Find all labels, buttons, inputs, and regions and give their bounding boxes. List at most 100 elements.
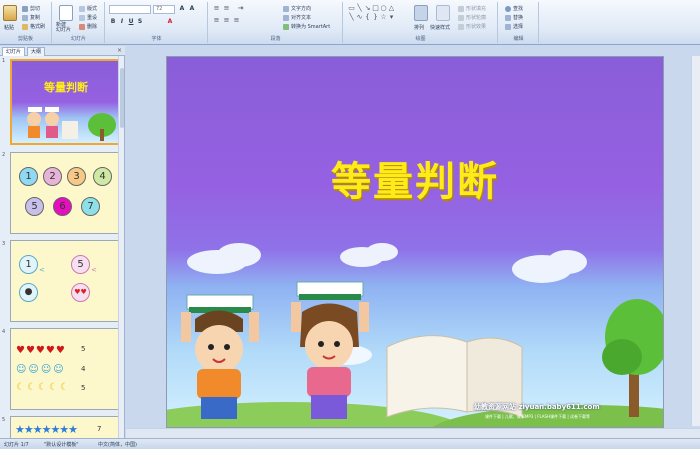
align-text-button[interactable]: 对齐文本 xyxy=(283,14,311,21)
italic-button[interactable]: I xyxy=(118,18,126,26)
rectangle-shape-icon[interactable]: ▭ xyxy=(348,5,355,12)
copy-button[interactable]: 复制 xyxy=(22,14,40,21)
replace-icon xyxy=(505,14,511,21)
select-icon xyxy=(505,23,511,30)
hearts-circle: ♥♥ xyxy=(71,283,90,302)
paste-icon[interactable] xyxy=(3,5,17,21)
cut-button[interactable]: 剪切 xyxy=(22,5,40,12)
shape-outline-button[interactable]: 形状轮廓 xyxy=(458,14,486,21)
replace-button[interactable]: 替换 xyxy=(505,14,523,21)
paragraph-group: ≡ ≡ ⇥ ≡ ≡ ≡ 文字方向 对齐文本 转换为 SmartArt 段落 xyxy=(209,2,343,43)
new-slide-icon[interactable] xyxy=(59,5,73,21)
brace-shape-icon[interactable]: { xyxy=(364,14,371,21)
slides-pane: 1 等量判断 2 1 2 3 4 5 6 7 3 1 < 5 < ● ♥♥ 4 … xyxy=(0,56,125,438)
slides-group: 新建 幻灯片 版式 重设 删除 幻灯片 xyxy=(53,2,105,43)
pane-scroll-thumb[interactable] xyxy=(120,68,124,128)
star-shape-icon[interactable]: ☆ xyxy=(380,14,387,21)
slide-thumbnail-2[interactable]: 1 2 3 4 5 6 7 xyxy=(10,152,122,234)
decompose-lines: < xyxy=(91,266,97,274)
layout-button[interactable]: 版式 xyxy=(79,5,97,12)
quick-styles-icon[interactable] xyxy=(436,5,450,21)
layout-icon xyxy=(79,5,85,12)
site-links: 课件下载 | 儿歌、故事MP3 | FLASH课件下载 | 试卷下载等 xyxy=(485,414,590,419)
tab-outline[interactable]: 大纲 xyxy=(27,47,46,56)
pane-scrollbar[interactable] xyxy=(118,56,124,438)
stars-row: ★★★★★★★ xyxy=(15,423,78,436)
indent-icon[interactable]: ⇥ xyxy=(237,5,244,12)
kids-reading-illustration xyxy=(167,243,663,427)
status-bar: 幻灯片 1/7 "默认设计模板" 中文(简体，中国) xyxy=(0,438,700,449)
bold-button[interactable]: B xyxy=(109,18,117,26)
slide-thumbnail-3[interactable]: 1 < 5 < ● ♥♥ xyxy=(10,240,122,322)
shrink-font-icon[interactable]: A xyxy=(188,5,196,13)
clipboard-label: 剪贴板 xyxy=(17,36,33,42)
shape-fill-button[interactable]: 形状填充 xyxy=(458,5,486,12)
tab-slides[interactable]: 幻灯片 xyxy=(2,47,26,56)
editor-vertical-scrollbar[interactable] xyxy=(691,56,700,426)
drawing-group: ▭ ╲ ↘ □ ○ △ ╲ ∿ { } ☆ ▾ 排列 快速样式 形状填充 形状轮… xyxy=(344,2,498,43)
slide-number: 2 xyxy=(2,152,6,158)
notes-divider xyxy=(126,428,700,438)
arrange-icon[interactable] xyxy=(414,5,428,21)
editing-group: 查找 替换 选择 编辑 xyxy=(499,2,539,43)
font-group: 72 A A B I U S A 字体 xyxy=(106,2,208,43)
more-shapes-icon[interactable]: ▾ xyxy=(388,14,395,21)
number-circle: 4 xyxy=(93,167,112,186)
slide-thumbnail-1[interactable]: 等量判断 xyxy=(10,59,122,145)
scissors-icon xyxy=(22,5,28,12)
site-watermark: 幼教资源网站 ziyuan.baby611.com xyxy=(474,402,600,412)
align-center-icon[interactable]: ≡ xyxy=(223,17,230,24)
site-name: 幼教资源网站 xyxy=(474,403,516,411)
count-label: 4 xyxy=(81,365,86,373)
format-painter-button[interactable]: 格式刷 xyxy=(22,23,45,30)
strikethrough-button[interactable]: S xyxy=(136,18,144,26)
bullets-icon[interactable]: ≡ xyxy=(213,5,220,12)
arrange-button[interactable]: 排列 xyxy=(414,24,424,31)
brush-icon xyxy=(22,23,28,30)
slides-label: 幻灯片 xyxy=(70,36,86,42)
paragraph-label: 段落 xyxy=(270,36,281,42)
select-button[interactable]: 选择 xyxy=(505,23,523,30)
text-direction-button[interactable]: 文字方向 xyxy=(283,5,311,12)
triangle-shape-icon[interactable]: △ xyxy=(388,5,395,12)
reset-icon xyxy=(79,14,85,21)
delete-button[interactable]: 删除 xyxy=(79,23,97,30)
count-label: 7 xyxy=(97,425,102,433)
oval-shape-icon[interactable]: ○ xyxy=(380,5,387,12)
quick-styles-button[interactable]: 快速样式 xyxy=(430,24,450,31)
brace2-shape-icon[interactable]: } xyxy=(372,14,379,21)
numbering-icon[interactable]: ≡ xyxy=(223,5,230,12)
slide-thumbnail-5[interactable]: ★★★★★★★ 7 xyxy=(10,416,122,438)
site-url: ziyuan.baby611.com xyxy=(518,403,600,411)
drawing-label: 绘图 xyxy=(415,36,426,42)
align-text-icon xyxy=(283,14,289,21)
underline-button[interactable]: U xyxy=(127,18,135,26)
current-slide[interactable]: 等量判断 幼教资源网站 ziyuan.baby611.com 课件下载 | 儿歌… xyxy=(166,56,664,428)
paste-button[interactable]: 粘贴 xyxy=(4,24,14,31)
number-circle: 5 xyxy=(71,255,90,274)
convert-smartart-button[interactable]: 转换为 SmartArt xyxy=(283,23,330,30)
font-label: 字体 xyxy=(151,36,162,42)
find-button[interactable]: 查找 xyxy=(505,5,523,12)
align-left-icon[interactable]: ≡ xyxy=(213,17,220,24)
shape-effects-button[interactable]: 形状效果 xyxy=(458,23,486,30)
outline-icon xyxy=(458,14,464,21)
rect-shape-icon[interactable]: □ xyxy=(372,5,379,12)
line-shape-icon[interactable]: ╲ xyxy=(356,5,363,12)
slide-thumbnail-4[interactable]: ♥♥♥♥♥ 5 ☺☺☺☺ 4 ☾☾☾☾☾ 5 xyxy=(10,328,122,410)
new-slide-button[interactable]: 新建 幻灯片 xyxy=(56,23,71,33)
arrow-shape-icon[interactable]: ↘ xyxy=(364,5,371,12)
ribbon: 粘贴 剪切 复制 格式刷 剪贴板 新建 幻灯片 版式 重设 删除 幻灯片 72 … xyxy=(0,0,700,45)
number-circle: 6 xyxy=(53,197,72,216)
close-panel-icon[interactable]: × xyxy=(117,47,122,54)
align-right-icon[interactable]: ≡ xyxy=(233,17,240,24)
font-size-input[interactable]: 72 xyxy=(153,5,175,14)
curve-shape-icon[interactable]: ∿ xyxy=(356,14,363,21)
line2-shape-icon[interactable]: ╲ xyxy=(348,14,355,21)
reset-button[interactable]: 重设 xyxy=(79,14,97,21)
panel-tabs: 幻灯片 大纲 × xyxy=(0,46,125,56)
grow-font-icon[interactable]: A xyxy=(178,5,186,13)
font-name-input[interactable] xyxy=(109,5,151,14)
theme-name: "默认设计模板" xyxy=(44,442,79,448)
font-color-icon[interactable]: A xyxy=(166,18,174,26)
